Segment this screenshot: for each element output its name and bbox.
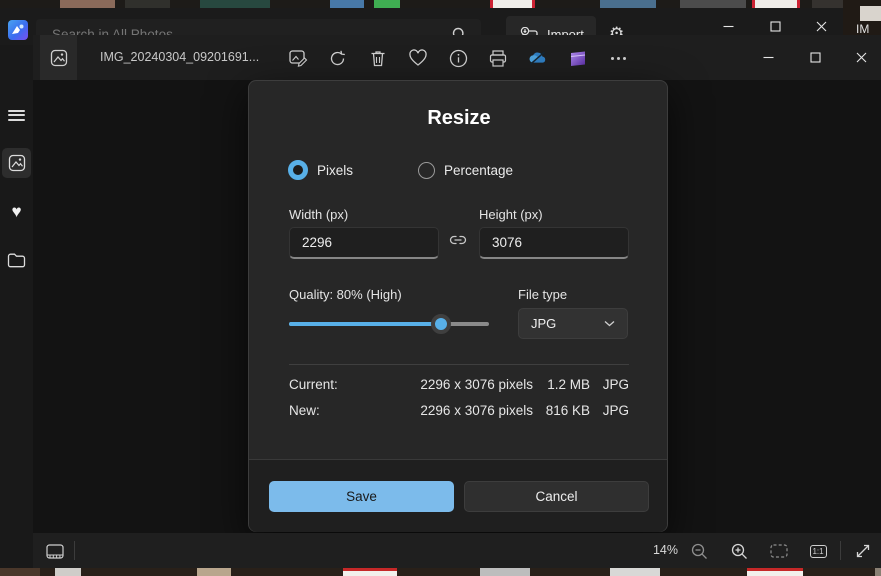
rotate-button[interactable]	[327, 47, 349, 69]
trash-icon	[369, 49, 387, 68]
info-icon	[449, 49, 468, 68]
radio-percentage-label: Percentage	[444, 163, 513, 178]
zoom-in-icon	[731, 543, 748, 560]
width-label: Width (px)	[289, 207, 348, 222]
summary-current-row: Current: 2296 x 3076 pixels 1.2 MB JPG	[249, 377, 669, 397]
new-size: 816 KB	[541, 403, 590, 418]
background-thumbnail	[860, 6, 881, 21]
new-label: New:	[289, 403, 320, 418]
radio-unselected-icon	[418, 162, 435, 179]
filmstrip-toggle-button[interactable]	[44, 540, 66, 562]
edit-image-icon	[288, 48, 308, 68]
quality-slider-thumb[interactable]	[431, 314, 451, 334]
fullscreen-button[interactable]	[852, 540, 874, 562]
quality-label: Quality: 80% (High)	[289, 287, 402, 302]
chevron-down-icon	[604, 320, 615, 327]
info-button[interactable]	[447, 47, 469, 69]
radio-percentage[interactable]: Percentage	[418, 159, 513, 181]
divider	[289, 364, 629, 365]
summary-new-row: New: 2296 x 3076 pixels 816 KB JPG	[249, 403, 669, 423]
designer-icon	[569, 49, 587, 67]
delete-button[interactable]	[367, 47, 389, 69]
screen: Import ⚙ IM ♥	[0, 0, 881, 576]
sidebar: ♥	[0, 45, 33, 576]
ellipsis-icon	[611, 57, 626, 60]
viewer-bottom-bar: 14%	[33, 533, 881, 568]
actual-size-button[interactable]: 1:1	[807, 540, 829, 562]
fullscreen-icon	[855, 543, 871, 559]
onedrive-offline-icon	[527, 49, 549, 67]
file-type-value: JPG	[531, 316, 556, 331]
edit-image-button[interactable]	[287, 47, 309, 69]
current-format: JPG	[602, 377, 629, 392]
photos-app-logo	[8, 20, 28, 40]
more-options-button[interactable]	[607, 47, 629, 69]
viewer-minimize-button[interactable]	[745, 39, 791, 76]
filmstrip-icon	[46, 544, 64, 559]
current-label: Current:	[289, 377, 338, 392]
save-button[interactable]: Save	[269, 481, 454, 512]
sidebar-item-favorites[interactable]: ♥	[0, 197, 33, 227]
folder-icon	[7, 253, 26, 268]
background-partial-filename: IM	[856, 22, 869, 36]
fit-to-window-icon	[770, 544, 788, 558]
viewer-close-button[interactable]	[838, 39, 881, 76]
favorite-button[interactable]	[407, 47, 429, 69]
radio-selected-icon	[288, 160, 308, 180]
dialog-footer: Save Cancel	[249, 459, 667, 532]
radio-pixels[interactable]: Pixels	[288, 159, 353, 181]
heart-filled-icon: ♥	[11, 202, 21, 222]
divider	[74, 541, 75, 560]
background-gallery-strip	[0, 0, 881, 8]
zoom-in-button[interactable]	[728, 540, 750, 562]
zoom-out-icon	[691, 543, 708, 560]
height-label: Height (px)	[479, 207, 543, 222]
print-button[interactable]	[487, 47, 509, 69]
onedrive-status-button[interactable]	[527, 47, 549, 69]
filmstrip-thumbnails[interactable]	[0, 568, 881, 576]
current-size: 1.2 MB	[541, 377, 590, 392]
sidebar-item-all-photos[interactable]	[0, 148, 33, 178]
image-icon	[50, 49, 68, 67]
rotate-icon	[328, 48, 348, 68]
gallery-back-tab[interactable]	[40, 35, 77, 80]
new-dimensions: 2296 x 3076 pixels	[399, 403, 533, 418]
link-dimensions-icon[interactable]	[449, 234, 467, 246]
height-input[interactable]	[479, 227, 629, 259]
radio-pixels-label: Pixels	[317, 163, 353, 178]
sidebar-item-folders[interactable]	[0, 245, 33, 275]
zoom-out-button[interactable]	[688, 540, 710, 562]
cancel-button[interactable]: Cancel	[464, 481, 649, 512]
viewer-maximize-button[interactable]	[792, 39, 838, 76]
fit-to-window-button[interactable]	[768, 540, 790, 562]
print-icon	[488, 49, 508, 68]
menu-hamburger-icon[interactable]	[0, 100, 33, 130]
quality-slider-fill	[289, 322, 440, 326]
divider	[840, 541, 841, 560]
viewer-window: IMG_20240304_09201691...	[33, 35, 881, 576]
zoom-level: 14%	[653, 533, 678, 568]
width-input[interactable]	[289, 227, 439, 259]
all-photos-icon	[8, 154, 26, 172]
viewer-filename: IMG_20240304_09201691...	[100, 35, 259, 80]
designer-button[interactable]	[567, 47, 589, 69]
file-type-label: File type	[518, 287, 567, 302]
file-type-dropdown[interactable]: JPG	[518, 308, 628, 339]
resize-dialog: Resize Pixels Percentage Width (px) Heig…	[248, 80, 668, 532]
current-dimensions: 2296 x 3076 pixels	[399, 377, 533, 392]
heart-outline-icon	[408, 49, 428, 67]
dialog-title: Resize	[249, 107, 669, 130]
new-format: JPG	[602, 403, 629, 418]
viewer-titlebar: IMG_20240304_09201691...	[33, 35, 881, 80]
one-to-one-icon: 1:1	[810, 545, 827, 558]
